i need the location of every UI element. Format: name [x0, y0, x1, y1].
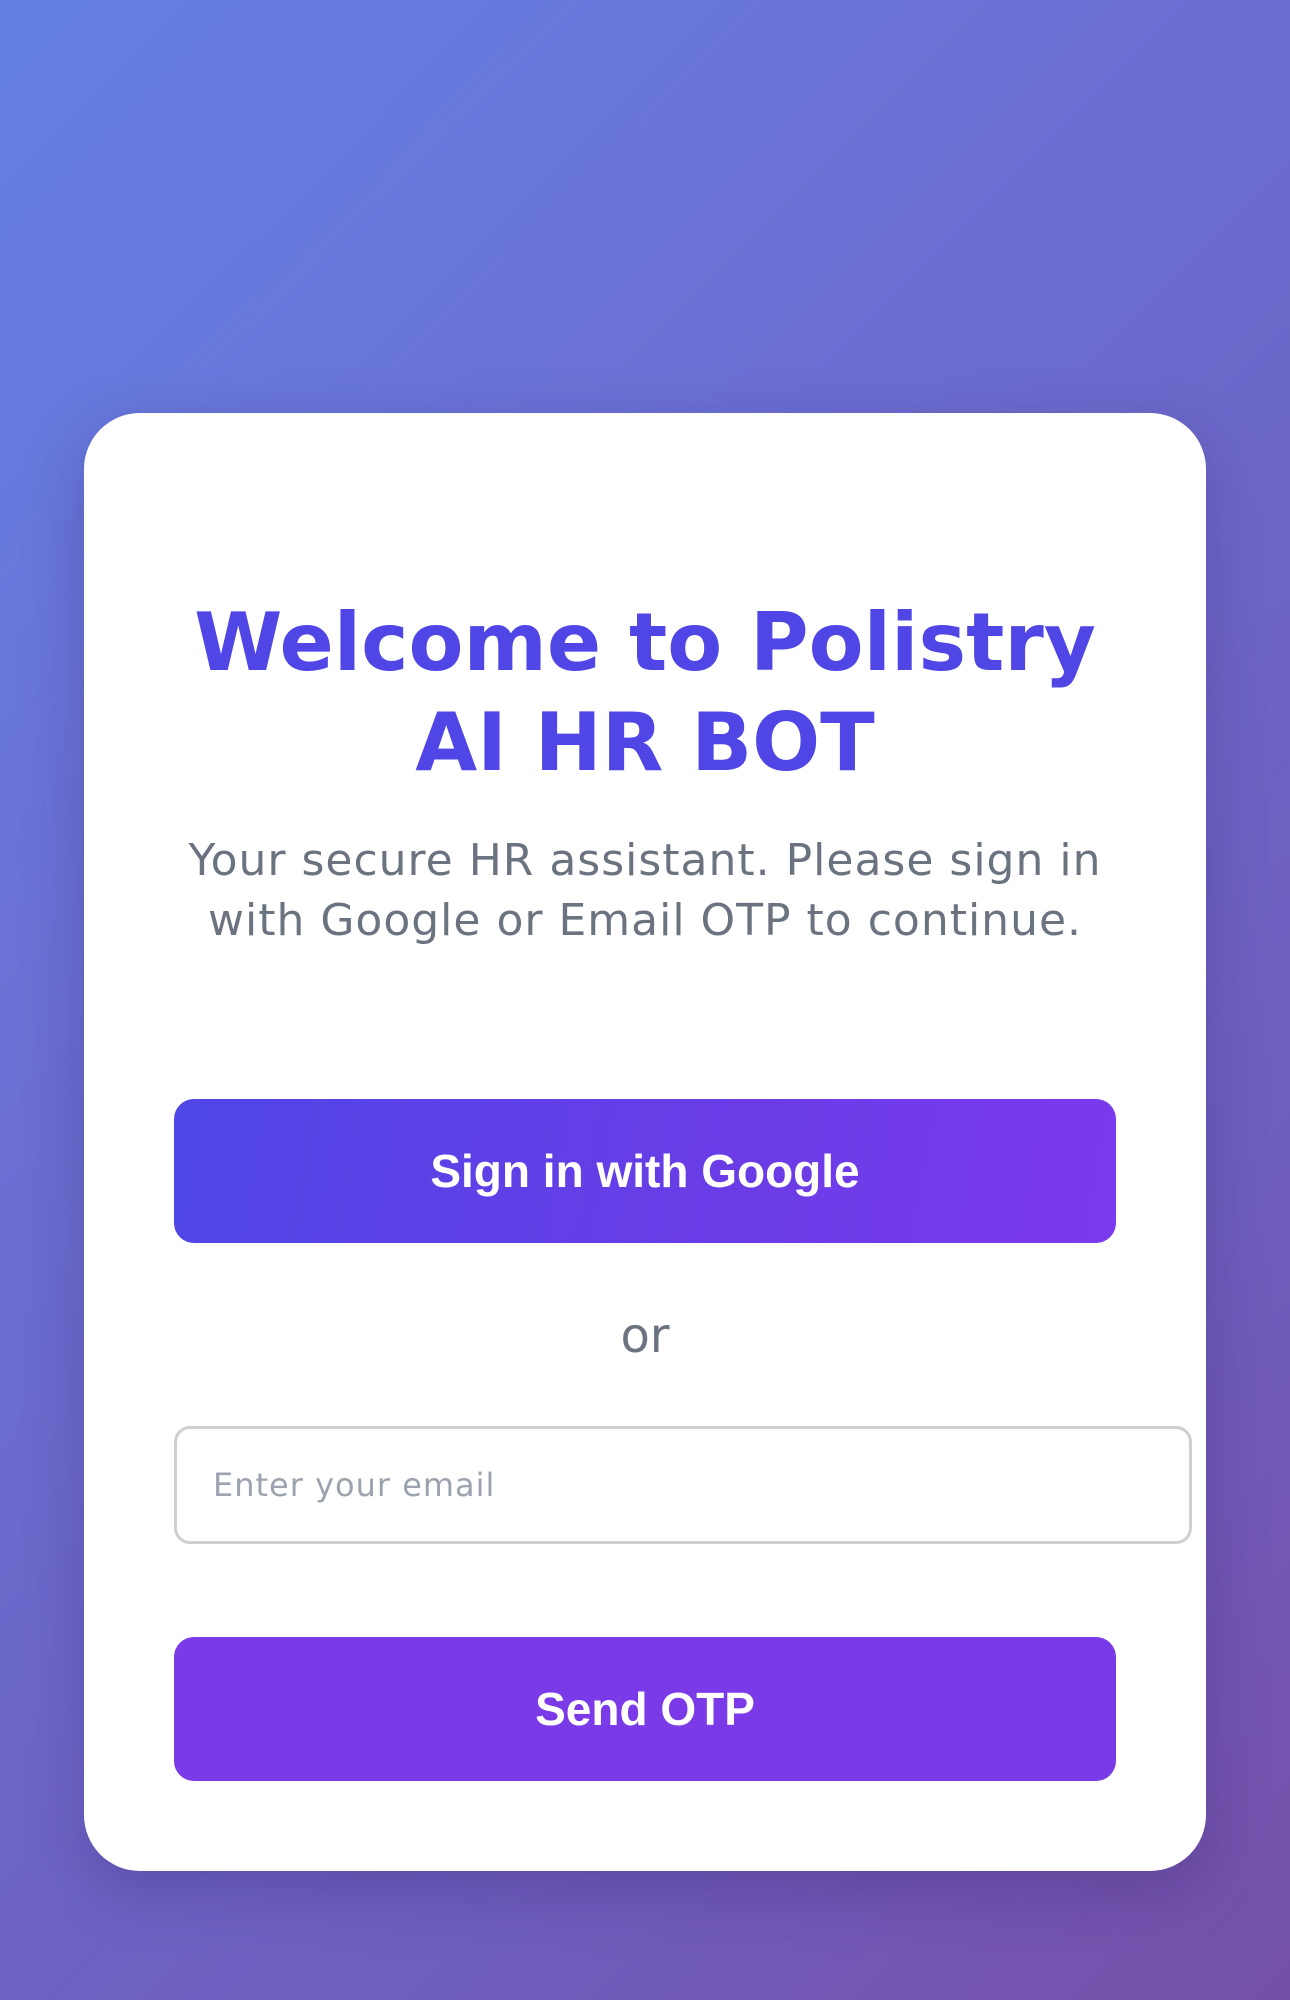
- email-input[interactable]: [174, 1426, 1192, 1544]
- title-line-1: Welcome to Polistry: [194, 596, 1096, 689]
- google-sign-in-button[interactable]: Sign in with Google: [174, 1099, 1116, 1243]
- send-otp-button[interactable]: Send OTP: [174, 1637, 1116, 1781]
- subtitle-text: Your secure HR assistant. Please sign in…: [188, 835, 1102, 946]
- login-card: Welcome to Polistry AI HR BOT Your secur…: [84, 413, 1206, 1871]
- page-title: Welcome to Polistry AI HR BOT: [84, 593, 1206, 793]
- or-divider: or: [620, 1308, 670, 1364]
- title-line-2: AI HR BOT: [415, 696, 875, 789]
